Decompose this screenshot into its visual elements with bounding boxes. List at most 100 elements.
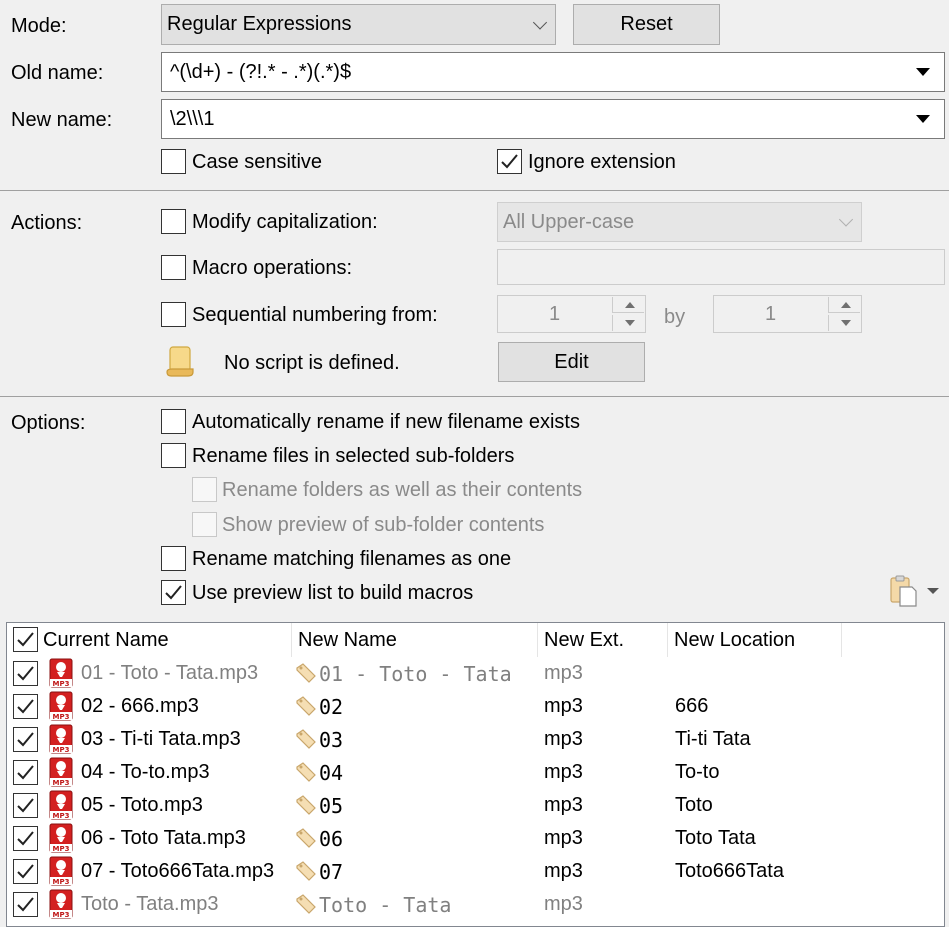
rename-tag-icon xyxy=(296,894,316,914)
clipboard-icon[interactable] xyxy=(888,575,944,607)
cell-current-name: 01 - Toto - Tata.mp3 xyxy=(81,662,259,684)
rename-tag-icon xyxy=(296,828,316,848)
sequential-numbering-checkbox[interactable] xyxy=(161,302,186,327)
rename-tag-icon xyxy=(296,729,316,749)
by-label: by xyxy=(664,306,686,328)
mp3-file-icon: MP3 xyxy=(49,691,73,721)
checkmark-icon xyxy=(17,732,34,747)
checkmark-icon xyxy=(17,699,34,714)
spin-up-icon[interactable] xyxy=(612,297,644,313)
svg-text:MP3: MP3 xyxy=(53,878,70,886)
checkmark-icon xyxy=(17,798,34,813)
mp3-file-icon: MP3 xyxy=(49,889,73,919)
table-row[interactable]: MP3 04 - To-to.mp3 04 mp3 To-to xyxy=(7,756,944,789)
mode-select[interactable]: Regular Expressions xyxy=(161,4,556,45)
option-preview-macros-checkbox[interactable] xyxy=(161,580,186,605)
rename-tag-icon xyxy=(296,696,316,716)
modify-capitalization-checkbox[interactable] xyxy=(161,209,186,234)
dropdown-arrow-icon[interactable] xyxy=(916,68,930,76)
mp3-file-icon: MP3 xyxy=(49,658,73,688)
option-show-preview-checkbox[interactable] xyxy=(192,512,217,537)
cell-new-location: To-to xyxy=(675,761,720,783)
cell-new-ext: mp3 xyxy=(544,662,583,684)
edit-script-button[interactable]: Edit xyxy=(498,342,645,382)
cell-new-ext: mp3 xyxy=(544,860,583,882)
svg-text:MP3: MP3 xyxy=(53,680,70,688)
select-all-checkbox[interactable] xyxy=(13,627,38,652)
macro-operations-label: Macro operations: xyxy=(192,257,353,279)
row-checkbox[interactable] xyxy=(13,694,38,719)
separator xyxy=(0,190,949,191)
table-row[interactable]: MP3 02 - 666.mp3 02 mp3 666 xyxy=(7,690,944,723)
cell-new-ext: mp3 xyxy=(544,827,583,849)
svg-text:MP3: MP3 xyxy=(53,812,70,820)
mp3-file-icon: MP3 xyxy=(49,856,73,886)
table-row[interactable]: MP3 Toto - Tata.mp3 Toto - Tata mp3 xyxy=(7,888,944,921)
rename-tag-icon xyxy=(296,861,316,881)
mp3-file-icon: MP3 xyxy=(49,724,73,754)
checkmark-icon xyxy=(165,585,182,600)
option-matching-filenames-label: Rename matching filenames as one xyxy=(192,548,512,570)
mp3-file-icon: MP3 xyxy=(49,823,73,853)
macro-operations-checkbox[interactable] xyxy=(161,255,186,280)
cell-current-name: 05 - Toto.mp3 xyxy=(81,794,203,816)
macro-operations-field[interactable] xyxy=(497,249,945,285)
option-matching-filenames-checkbox[interactable] xyxy=(161,546,186,571)
cell-new-name: Toto - Tata xyxy=(319,892,452,917)
separator xyxy=(0,396,949,397)
option-auto-rename-checkbox[interactable] xyxy=(161,409,186,434)
script-icon xyxy=(166,345,194,377)
file-list[interactable]: Current Name New Name New Ext. New Locat… xyxy=(6,622,945,927)
cell-new-name: 05 xyxy=(319,793,344,818)
cell-current-name: 03 - Ti-ti Tata.mp3 xyxy=(81,728,241,750)
cell-current-name: Toto - Tata.mp3 xyxy=(81,893,219,915)
spin-up-icon[interactable] xyxy=(828,297,860,313)
table-row[interactable]: MP3 03 - Ti-ti Tata.mp3 03 mp3 Ti-ti Tata xyxy=(7,723,944,756)
row-checkbox[interactable] xyxy=(13,793,38,818)
old-name-field[interactable]: ^(\d+) - (?!.* - .*)(.*)$ xyxy=(161,52,945,92)
table-row[interactable]: MP3 07 - Toto666Tata.mp3 07 mp3 Toto666Tata xyxy=(7,855,944,888)
ignore-extension-checkbox[interactable] xyxy=(497,149,522,174)
cell-new-ext: mp3 xyxy=(544,794,583,816)
header-new-name[interactable]: New Name xyxy=(292,623,538,657)
option-rename-subfolders-label: Rename files in selected sub-folders xyxy=(192,445,515,467)
cell-new-name: 02 xyxy=(319,694,344,719)
option-show-preview-label: Show preview of sub-folder contents xyxy=(222,514,545,536)
cell-new-ext: mp3 xyxy=(544,893,583,915)
reset-button[interactable]: Reset xyxy=(573,4,720,45)
numbering-from-spinner[interactable]: 1 xyxy=(497,295,646,333)
case-sensitive-checkbox[interactable] xyxy=(161,149,186,174)
option-rename-folders-checkbox[interactable] xyxy=(192,477,217,502)
table-row[interactable]: MP3 01 - Toto - Tata.mp3 01 - Toto - Tata m… xyxy=(7,657,944,690)
svg-text:MP3: MP3 xyxy=(53,713,70,721)
option-rename-subfolders-checkbox[interactable] xyxy=(161,443,186,468)
spin-down-icon[interactable] xyxy=(828,315,860,331)
row-checkbox[interactable] xyxy=(13,760,38,785)
checkmark-icon xyxy=(17,632,34,647)
cell-new-ext: mp3 xyxy=(544,728,583,750)
row-checkbox[interactable] xyxy=(13,727,38,752)
mp3-file-icon: MP3 xyxy=(49,790,73,820)
header-new-ext[interactable]: New Ext. xyxy=(538,623,668,657)
cell-current-name: 06 - Toto Tata.mp3 xyxy=(81,827,246,849)
row-checkbox[interactable] xyxy=(13,859,38,884)
cell-new-name: 07 xyxy=(319,859,344,884)
mode-label: Mode: xyxy=(11,15,67,37)
row-checkbox[interactable] xyxy=(13,826,38,851)
header-current-name[interactable]: Current Name xyxy=(7,623,292,657)
row-checkbox[interactable] xyxy=(13,892,38,917)
spin-down-icon[interactable] xyxy=(612,315,644,331)
checkmark-icon xyxy=(17,666,34,681)
table-row[interactable]: MP3 05 - Toto.mp3 05 mp3 Toto xyxy=(7,789,944,822)
option-auto-rename-label: Automatically rename if new filename exi… xyxy=(192,411,580,433)
options-label: Options: xyxy=(11,412,86,434)
table-row[interactable]: MP3 06 - Toto Tata.mp3 06 mp3 Toto Tata xyxy=(7,822,944,855)
cell-new-location: Ti-ti Tata xyxy=(675,728,751,750)
new-name-field[interactable]: \2\\\1 xyxy=(161,99,945,139)
dropdown-arrow-icon[interactable] xyxy=(916,115,930,123)
numbering-by-spinner[interactable]: 1 xyxy=(713,295,862,333)
header-new-location[interactable]: New Location xyxy=(668,623,842,657)
capitalization-select[interactable]: All Upper-case xyxy=(497,202,862,242)
checkmark-icon xyxy=(17,897,34,912)
row-checkbox[interactable] xyxy=(13,661,38,686)
